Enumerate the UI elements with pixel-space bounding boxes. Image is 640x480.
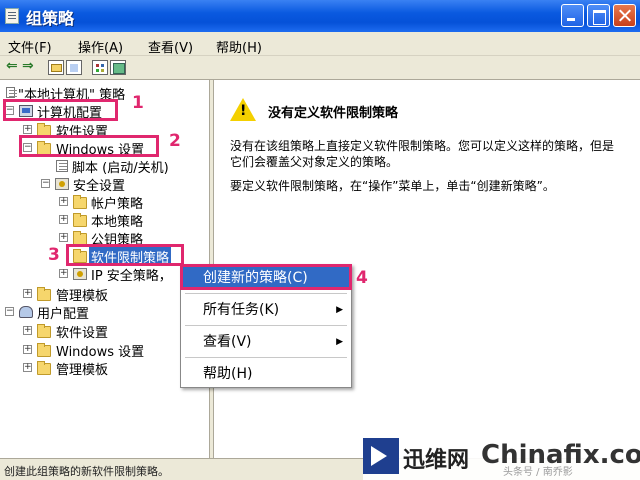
- expand-icon[interactable]: +: [59, 269, 68, 278]
- collapse-icon[interactable]: −: [41, 179, 50, 188]
- folder-icon: [37, 287, 51, 301]
- annotation-number-4: 4: [356, 268, 368, 288]
- folder-icon: [37, 361, 51, 375]
- properties-icon[interactable]: [92, 60, 108, 75]
- annotation-number-2: 2: [169, 131, 181, 151]
- annotation-box-4: [180, 264, 352, 290]
- menu-item-view[interactable]: 查看(V) ▶: [183, 331, 349, 353]
- menu-separator: [185, 293, 347, 294]
- annotation-box-1: [3, 99, 118, 121]
- policy-document-icon: [6, 87, 17, 98]
- tree-item-label: 本地策略: [91, 215, 144, 230]
- menu-item-label: 查看(V): [203, 334, 252, 350]
- script-icon: [56, 160, 68, 172]
- show-hide-tree-icon[interactable]: [66, 60, 82, 75]
- tree-item-label: 管理模板: [56, 289, 109, 304]
- collapse-icon[interactable]: −: [5, 307, 14, 316]
- tree-item-label: 脚本 (启动/关机): [72, 161, 169, 176]
- close-button[interactable]: [613, 4, 636, 27]
- menu-action[interactable]: 操作(A): [78, 37, 123, 56]
- submenu-arrow-icon: ▶: [336, 337, 343, 347]
- menu-item-label: 帮助(H): [203, 366, 253, 382]
- chinafix-logo-icon: [363, 438, 399, 474]
- menu-separator: [185, 357, 347, 358]
- maximize-button[interactable]: [587, 4, 610, 27]
- menu-item-label: 所有任务(K): [203, 302, 280, 318]
- group-policy-app-icon: [5, 8, 19, 24]
- expand-icon[interactable]: +: [23, 345, 32, 354]
- tree-item-label: 软件设置: [56, 326, 109, 341]
- watermark: 迅维网 Chinafix.com 头条号 / 南乔影: [363, 432, 640, 480]
- status-text: 创建此组策略的新软件限制策略。: [4, 465, 169, 478]
- watermark-sub: 头条号 / 南乔影: [503, 467, 573, 478]
- tree-item-label: IP 安全策略，: [91, 269, 172, 284]
- expand-icon[interactable]: +: [59, 197, 68, 206]
- menu-help[interactable]: 帮助(H): [216, 37, 262, 56]
- title-bar[interactable]: 组策略: [0, 0, 640, 32]
- window-title: 组策略: [26, 9, 75, 28]
- minimize-icon: [562, 5, 583, 26]
- annotation-number-3: 3: [48, 245, 60, 265]
- back-arrow-icon[interactable]: ⇐: [6, 58, 22, 74]
- annotation-number-1: 1: [132, 93, 144, 113]
- expand-icon[interactable]: +: [59, 215, 68, 224]
- folder-up-icon[interactable]: [48, 60, 64, 75]
- details-text-1: 没有在该组策略上直接定义软件限制策略。您可以定义这样的策略，但是它们会覆盖父对象…: [230, 139, 615, 169]
- annotation-box-3: [66, 244, 184, 266]
- toolbar: ⇐ ⇒: [0, 56, 640, 80]
- minimize-button[interactable]: [561, 4, 584, 27]
- watermark-cn: 迅维网: [403, 448, 470, 473]
- folder-icon: [73, 213, 87, 227]
- expand-icon[interactable]: +: [23, 363, 32, 372]
- annotation-box-2: [19, 135, 159, 157]
- tree-item-label: 管理模板: [56, 363, 109, 378]
- tree-item-label: Windows 设置: [56, 345, 145, 360]
- export-list-icon[interactable]: [110, 60, 126, 75]
- expand-icon[interactable]: +: [59, 233, 68, 242]
- details-heading: 没有定义软件限制策略: [268, 106, 399, 121]
- menu-item-all-tasks[interactable]: 所有任务(K) ▶: [183, 299, 349, 321]
- maximize-icon: [588, 5, 609, 26]
- user-icon: [19, 306, 33, 318]
- menu-separator: [185, 325, 347, 326]
- menu-bar: 文件(F) 操作(A) 查看(V) 帮助(H): [0, 32, 640, 56]
- expand-icon[interactable]: +: [23, 289, 32, 298]
- menu-view[interactable]: 查看(V): [148, 37, 193, 56]
- forward-arrow-icon[interactable]: ⇒: [22, 58, 38, 74]
- expand-icon[interactable]: +: [23, 326, 32, 335]
- folder-icon: [37, 324, 51, 338]
- expand-icon[interactable]: +: [23, 125, 32, 134]
- tree-item-label: 用户配置: [37, 307, 90, 322]
- details-text-2: 要定义软件限制策略，在“操作”菜单上，单击“创建新策略”。: [230, 179, 555, 193]
- warning-icon: [230, 98, 256, 121]
- folder-icon: [37, 343, 51, 357]
- tree-item-label: 帐户策略: [91, 197, 144, 212]
- folder-icon: [73, 195, 87, 209]
- tree-item-label: 安全设置: [73, 179, 126, 194]
- security-icon: [55, 178, 69, 190]
- close-icon: [614, 5, 635, 26]
- menu-file[interactable]: 文件(F): [8, 37, 52, 56]
- menu-item-help[interactable]: 帮助(H): [183, 363, 349, 385]
- submenu-arrow-icon: ▶: [336, 305, 343, 315]
- ip-security-icon: [73, 268, 87, 280]
